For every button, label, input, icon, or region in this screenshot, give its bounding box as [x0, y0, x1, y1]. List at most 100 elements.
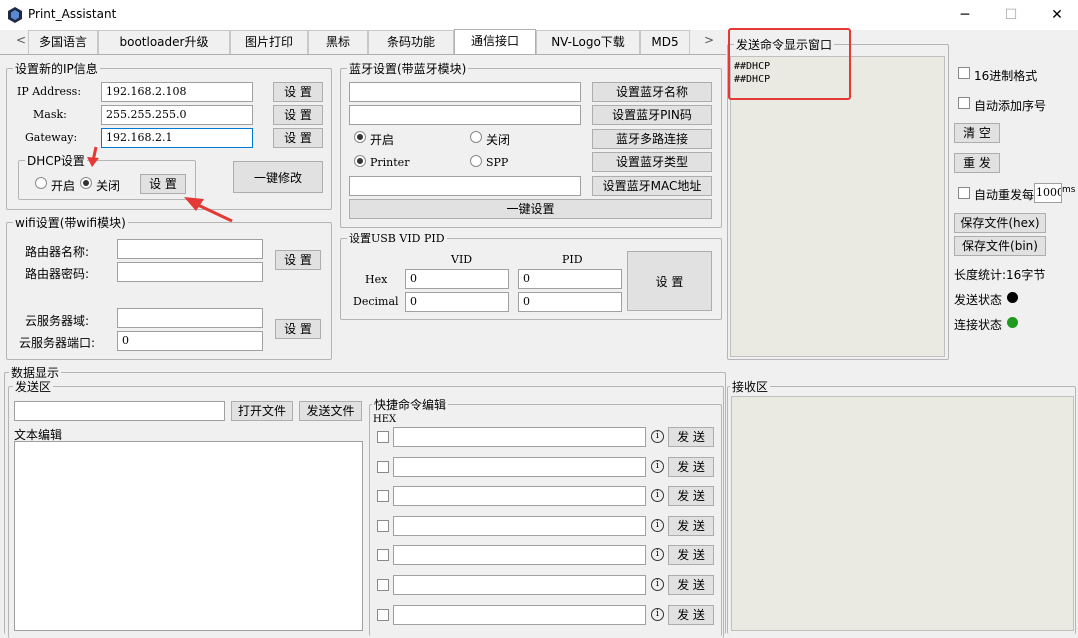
auto-resend-checkbox[interactable] — [958, 187, 970, 199]
quick-command-checkbox[interactable] — [377, 608, 389, 621]
router-password-input[interactable] — [117, 262, 263, 282]
info-icon[interactable]: i — [651, 459, 664, 473]
command-display-text: ##DHCP ##DHCP — [730, 56, 945, 357]
quick-command-checkbox[interactable] — [377, 431, 389, 443]
save-bin-button[interactable]: 保存文件(bin) — [954, 236, 1046, 256]
hex-format-label: 16进制格式 — [974, 69, 1038, 83]
tab-image-print[interactable]: 图片打印 — [230, 30, 308, 54]
bluetooth-name-input[interactable] — [349, 82, 581, 102]
quick-command-checkbox[interactable] — [377, 549, 389, 562]
pid-label: PID — [562, 253, 583, 266]
resend-button[interactable]: 重 发 — [954, 153, 1000, 173]
quick-command-send-button[interactable]: 发 送 — [668, 604, 714, 625]
maximize-button[interactable]: ☐ — [988, 0, 1034, 30]
bluetooth-printer-radio[interactable] — [354, 155, 366, 167]
dhcp-on-radio[interactable] — [35, 177, 47, 189]
ip-settings-legend: 设置新的IP信息 — [15, 62, 98, 76]
quick-command-send-button[interactable]: 发 送 — [668, 575, 714, 595]
quick-command-checkbox[interactable] — [377, 519, 389, 532]
minimize-button[interactable]: ─ — [942, 0, 988, 30]
hex-format-checkbox[interactable] — [958, 67, 970, 79]
ip-address-input[interactable]: 192.168.2.108 — [101, 82, 253, 102]
decimal-vid-input[interactable]: 0 — [405, 292, 509, 312]
auto-resend-interval-input[interactable]: 1000 — [1034, 183, 1062, 203]
hex-vid-input[interactable]: 0 — [405, 269, 509, 289]
title-bar — [0, 0, 1078, 30]
set-bluetooth-pin-button[interactable]: 设置蓝牙PIN码 — [592, 105, 712, 125]
bluetooth-on-radio[interactable] — [354, 131, 366, 143]
set-bluetooth-type-button[interactable]: 设置蓝牙类型 — [592, 152, 712, 172]
bluetooth-mac-input[interactable] — [349, 176, 581, 196]
window-title: Print_Assistant — [28, 7, 117, 21]
decimal-pid-input[interactable]: 0 — [518, 292, 622, 312]
clear-button[interactable]: 清 空 — [954, 123, 1000, 143]
bluetooth-off-radio[interactable] — [470, 131, 482, 143]
usb-set-button[interactable]: 设 置 — [627, 251, 712, 311]
annotation-arrows — [87, 146, 233, 223]
open-file-button[interactable]: 打开文件 — [231, 401, 293, 421]
tab-bootloader[interactable]: bootloader升级 — [98, 30, 230, 54]
set-bluetooth-name-button[interactable]: 设置蓝牙名称 — [592, 82, 712, 102]
info-icon[interactable]: i — [651, 430, 664, 443]
quick-command-send-button[interactable]: 发 送 — [668, 427, 714, 447]
tab-black-mark[interactable]: 黑标 — [308, 30, 368, 54]
info-icon[interactable]: i — [651, 518, 664, 532]
close-button[interactable]: ✕ — [1034, 0, 1078, 30]
quick-command-input[interactable] — [393, 604, 646, 625]
cloud-set-button[interactable]: 设 置 — [275, 319, 321, 339]
mask-set-button[interactable]: 设 置 — [273, 105, 323, 125]
quick-command-send-button[interactable]: 发 送 — [668, 486, 714, 507]
bluetooth-one-click-button[interactable]: 一键设置 — [349, 199, 712, 219]
set-bluetooth-mac-button[interactable]: 设置蓝牙MAC地址 — [592, 176, 712, 196]
quick-command-send-button[interactable]: 发 送 — [668, 545, 714, 566]
tab-scroll-left-icon[interactable]: < — [16, 33, 26, 47]
router-name-input[interactable] — [117, 239, 263, 259]
quick-command-send-button[interactable]: 发 送 — [668, 515, 714, 536]
hex-pid-input[interactable]: 0 — [518, 269, 622, 289]
quick-command-input[interactable] — [393, 486, 646, 507]
ip-address-set-button[interactable]: 设 置 — [273, 82, 323, 102]
app-icon — [8, 7, 22, 23]
ip-address-label: IP Address: — [17, 85, 82, 98]
info-icon[interactable]: i — [651, 607, 664, 621]
tab-communication[interactable]: 通信接口 — [454, 29, 536, 55]
bluetooth-pin-input[interactable] — [349, 105, 581, 125]
tab-languages[interactable]: 多国语言 — [28, 30, 98, 54]
tab-barcode[interactable]: 条码功能 — [368, 30, 454, 54]
highlight-box — [728, 28, 851, 100]
connect-status-indicator — [1007, 317, 1018, 328]
wifi-set-button[interactable]: 设 置 — [275, 250, 321, 270]
tab-nv-logo[interactable]: NV-Logo下载 — [536, 30, 640, 54]
quick-command-input[interactable] — [393, 515, 646, 536]
gateway-set-button[interactable]: 设 置 — [273, 128, 323, 148]
vid-label: VID — [451, 253, 473, 266]
bluetooth-multi-connect-button[interactable]: 蓝牙多路连接 — [592, 129, 712, 149]
info-icon[interactable]: i — [651, 578, 664, 591]
ip-one-click-button[interactable]: 一键修改 — [233, 161, 323, 193]
bluetooth-printer-label: Printer — [370, 156, 410, 169]
save-hex-button[interactable]: 保存文件(hex) — [954, 213, 1046, 233]
file-path-input[interactable] — [14, 401, 225, 421]
cloud-port-input[interactable]: 0 — [117, 331, 263, 351]
cloud-domain-input[interactable] — [117, 308, 263, 328]
auto-sequence-checkbox[interactable] — [958, 97, 970, 109]
tab-md5[interactable]: MD5 — [640, 30, 690, 54]
tab-scroll-right-icon[interactable]: > — [704, 33, 714, 47]
text-edit-area[interactable] — [14, 441, 363, 631]
quick-commands-legend: 快捷命令编辑 — [374, 398, 447, 412]
send-status-indicator — [1007, 292, 1018, 303]
quick-command-input[interactable] — [393, 575, 646, 595]
send-file-button[interactable]: 发送文件 — [299, 401, 362, 421]
quick-command-checkbox[interactable] — [377, 460, 389, 473]
quick-command-checkbox[interactable] — [377, 579, 389, 591]
quick-command-input[interactable] — [393, 427, 646, 447]
quick-command-checkbox[interactable] — [377, 490, 389, 503]
quick-command-input[interactable] — [393, 545, 646, 566]
quick-command-input[interactable] — [393, 456, 646, 477]
ms-label: ms — [1062, 185, 1076, 195]
decimal-label: Decimal — [353, 295, 399, 308]
dhcp-legend: DHCP设置 — [27, 154, 85, 168]
bluetooth-spp-radio[interactable] — [470, 155, 482, 167]
quick-command-send-button[interactable]: 发 送 — [668, 456, 714, 477]
mask-input[interactable]: 255.255.255.0 — [101, 105, 253, 125]
